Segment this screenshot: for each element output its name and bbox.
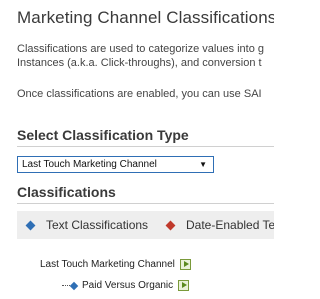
tab-date-enabled[interactable]: Date-Enabled Tex bbox=[165, 211, 274, 239]
tree-root-label: Last Touch Marketing Channel bbox=[40, 259, 175, 270]
page-title: Marketing Channel Classifications bbox=[17, 8, 274, 27]
blue-diamond-icon bbox=[25, 220, 36, 230]
tab-label: Date-Enabled Tex bbox=[186, 218, 274, 232]
blue-diamond-icon bbox=[69, 281, 79, 290]
classification-type-select[interactable]: Last Touch Marketing Channel ▼ bbox=[17, 156, 214, 173]
section-divider bbox=[17, 146, 274, 147]
classifications-page: Marketing Channel Classifications Classi… bbox=[0, 0, 274, 299]
tab-text-classifications[interactable]: Text Classifications bbox=[25, 211, 149, 239]
description-line-3: Once classifications are enabled, you ca… bbox=[17, 88, 262, 100]
expand-play-icon[interactable] bbox=[179, 259, 191, 270]
tree-child-label: Paid Versus Organic bbox=[82, 280, 174, 291]
select-value: Last Touch Marketing Channel bbox=[22, 159, 157, 170]
description-line-2: Instances (a.k.a. Click-throughs), and c… bbox=[17, 57, 262, 69]
section-divider bbox=[17, 203, 274, 204]
classification-tabs: Text Classifications Date-Enabled Tex bbox=[17, 211, 274, 239]
chevron-down-icon: ▼ bbox=[199, 160, 207, 169]
description-line-1: Classifications are used to categorize v… bbox=[17, 43, 265, 55]
tree-child-item: Paid Versus Organic bbox=[62, 280, 190, 291]
tree-root-item: Last Touch Marketing Channel bbox=[40, 259, 191, 270]
red-diamond-icon bbox=[165, 220, 176, 230]
select-type-heading: Select Classification Type bbox=[17, 127, 189, 143]
tab-label: Text Classifications bbox=[46, 218, 149, 232]
classifications-heading: Classifications bbox=[17, 184, 116, 200]
expand-play-icon[interactable] bbox=[178, 280, 190, 291]
